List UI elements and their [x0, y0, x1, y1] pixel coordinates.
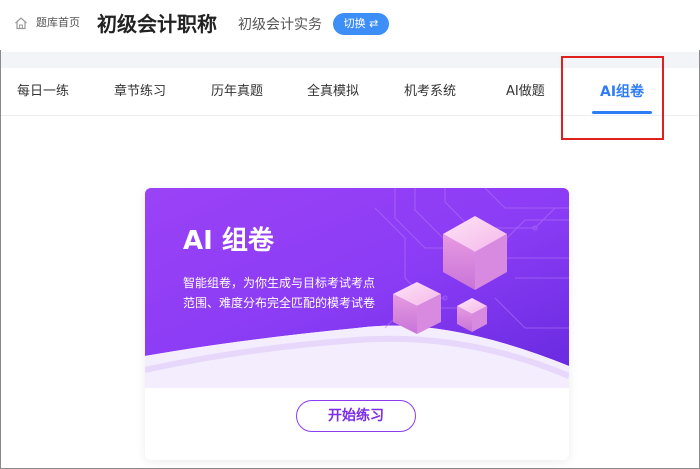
tab-past-exams[interactable]: 历年真题: [211, 68, 263, 116]
card-title: AI 组卷: [183, 226, 274, 256]
ai-paper-card: AI 组卷 智能组卷，为你生成与目标考试考点 范围、难度分布完全匹配的模考试卷 …: [145, 188, 569, 460]
tab-mock-exam[interactable]: 全真模拟: [307, 68, 359, 116]
tab-ai-practice[interactable]: AI做题: [506, 68, 545, 116]
page-title: 初级会计职称: [97, 12, 217, 36]
switch-button[interactable]: 切换 ⇄: [333, 13, 389, 35]
home-link[interactable]: 题库首页: [36, 16, 80, 30]
subject-name: 初级会计实务: [238, 17, 322, 33]
start-practice-button[interactable]: 开始练习: [296, 400, 416, 432]
header: 题库首页 初级会计职称 初级会计实务 切换 ⇄: [0, 0, 700, 50]
card-description-line-1: 智能组卷，为你生成与目标考试考点: [183, 276, 376, 290]
card-description-line-2: 范围、难度分布完全匹配的模考试卷: [183, 296, 376, 310]
tab-chapter-practice[interactable]: 章节练习: [114, 68, 166, 116]
tab-daily-practice[interactable]: 每日一练: [17, 68, 69, 116]
home-icon[interactable]: [14, 16, 28, 30]
annotation-highlight-box: [561, 56, 664, 140]
tab-computer-exam[interactable]: 机考系统: [404, 68, 456, 116]
